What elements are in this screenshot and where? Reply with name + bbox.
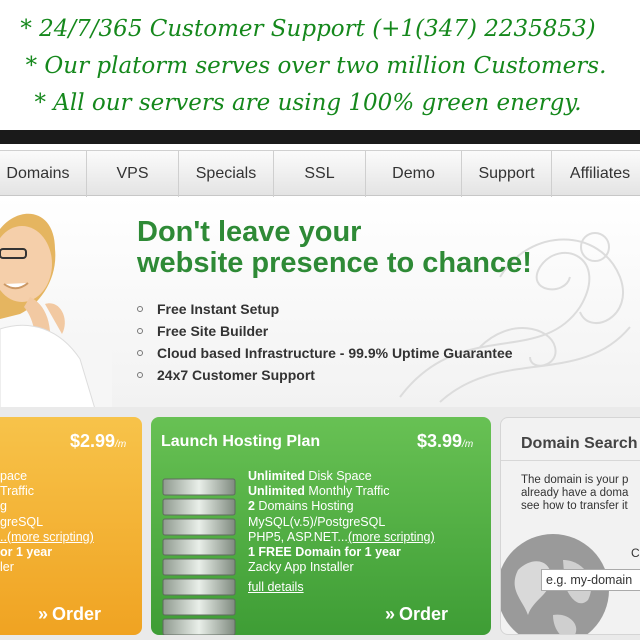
banner-divider — [0, 130, 640, 144]
description-line: The domain is your p — [521, 474, 629, 486]
spec-line: 2 Domains Hosting — [248, 499, 354, 514]
double-chevron-right-icon: » — [38, 604, 49, 624]
spec-line: Unlimited Disk Space — [248, 469, 372, 483]
bullet-icon — [137, 328, 143, 334]
hero-headline-line2: website presence to chance! — [137, 247, 532, 279]
feature-label: Free Site Builder — [157, 323, 269, 339]
nav-specials[interactable]: Specials — [179, 151, 274, 197]
plan-price: $3.99/m — [417, 431, 474, 451]
spec-line: ler — [0, 560, 14, 575]
divider — [501, 460, 640, 461]
double-chevron-right-icon: » — [385, 604, 396, 624]
nav-affiliates[interactable]: Affiliates — [552, 151, 640, 197]
feature-item: Free Instant Setup — [137, 298, 513, 320]
plans-section: $2.99/m pace Traffic g greSQL ..(more sc… — [0, 407, 640, 640]
support-phone-line: * 24/7/365 Customer Support (+1(347) 223… — [20, 16, 596, 42]
green-energy-line: * All our servers are using 100% green e… — [34, 90, 582, 116]
bullet-icon — [137, 372, 143, 378]
hero-headline-line1: Don't leave your — [137, 216, 362, 248]
hero-section: Don't leave your website presence to cha… — [0, 197, 640, 407]
plan-card-launch: Launch Hosting Plan $3.99/m Unlimited Di… — [151, 417, 491, 635]
feature-list: Free Instant Setup Free Site Builder Clo… — [137, 298, 513, 386]
customers-line: * Our platorm serves over two million Cu… — [25, 53, 607, 79]
main-nav: Domains VPS Specials SSL Demo Support Af… — [0, 150, 640, 197]
nav-demo[interactable]: Demo — [366, 151, 462, 197]
domain-search-card: Domain Search The domain is your p alrea… — [500, 417, 640, 635]
more-scripting-link[interactable]: (more scripting) — [348, 530, 435, 544]
domain-search-description: The domain is your p already have a doma… — [521, 474, 640, 513]
spec-line: MySQL(v.5)/PostgreSQL — [248, 514, 386, 529]
spec-line: Traffic — [0, 484, 35, 499]
feature-item: 24x7 Customer Support — [137, 364, 513, 386]
feature-item: Free Site Builder — [137, 320, 513, 342]
nav-ssl[interactable]: SSL — [274, 151, 366, 197]
spec-line: 1 FREE Domain for 1 year — [248, 545, 401, 560]
description-line: see how to transfer it — [521, 500, 628, 512]
nav-vps[interactable]: VPS — [87, 151, 179, 197]
description-line: already have a doma — [521, 487, 629, 499]
support-agent-photo — [0, 213, 112, 407]
plan-specs: pace Traffic g greSQL ..(more scripting)… — [0, 469, 94, 575]
plan-card-basic: $2.99/m pace Traffic g greSQL ..(more sc… — [0, 417, 142, 635]
spec-line: Unlimited Monthly Traffic — [248, 484, 390, 499]
server-rack-icon — [162, 478, 236, 635]
plan-specs: Unlimited Disk Space Unlimited Monthly T… — [248, 469, 435, 575]
spec-line: PHP5, ASP.NET...(more scripting) — [248, 529, 435, 544]
feature-label: Cloud based Infrastructure - 99.9% Uptim… — [157, 345, 513, 361]
hero-headline: Don't leave your website presence to cha… — [137, 217, 532, 279]
more-scripting-link[interactable]: ..(more scripting) — [0, 530, 94, 545]
feature-label: 24x7 Customer Support — [157, 367, 315, 383]
bullet-icon — [137, 350, 143, 356]
domain-search-input[interactable]: e.g. my-domain — [541, 569, 640, 591]
domain-check-label: C — [631, 546, 640, 560]
spec-line: pace — [0, 469, 28, 483]
bullet-icon — [137, 306, 143, 312]
plan-details: full details — [248, 580, 304, 594]
nav-domains[interactable]: Domains — [0, 151, 87, 197]
spec-line: g — [0, 499, 7, 514]
plan-price: $2.99/m — [70, 431, 127, 451]
spec-line: or 1 year — [0, 545, 53, 560]
plan-title: Launch Hosting Plan — [161, 433, 321, 450]
feature-label: Free Instant Setup — [157, 301, 280, 317]
order-button[interactable]: » Order — [38, 604, 101, 625]
order-button[interactable]: » Order — [385, 604, 448, 625]
domain-search-title: Domain Search — [521, 435, 638, 452]
spec-line: greSQL — [0, 514, 44, 529]
full-details-link[interactable]: full details — [248, 580, 304, 594]
spec-line: Zacky App Installer — [248, 560, 354, 575]
nav-support[interactable]: Support — [462, 151, 552, 197]
support-banner: * 24/7/365 Customer Support (+1(347) 223… — [0, 0, 640, 132]
feature-item: Cloud based Infrastructure - 99.9% Uptim… — [137, 342, 513, 364]
